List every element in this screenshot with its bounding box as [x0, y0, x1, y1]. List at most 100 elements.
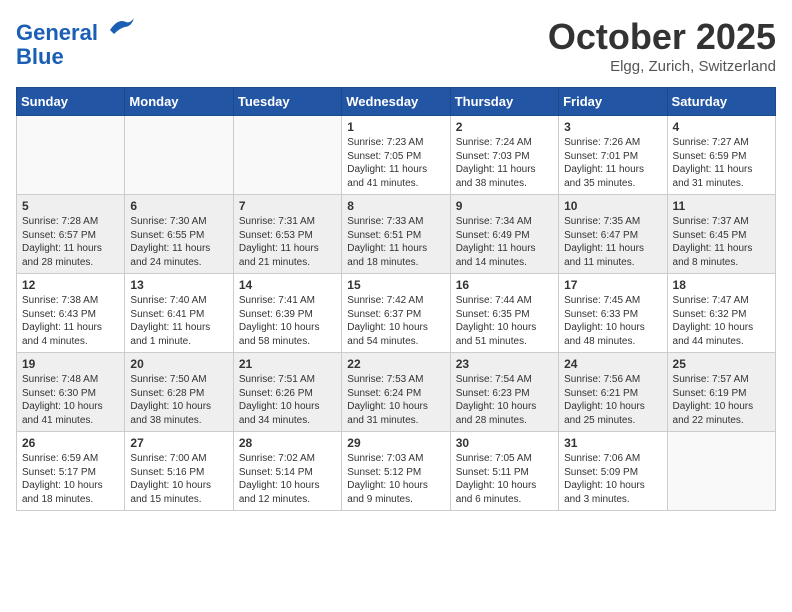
cell-content: Sunrise: 7:54 AM Sunset: 6:23 PM Dayligh…: [456, 373, 553, 427]
day-number: 16: [456, 278, 553, 292]
day-number: 7: [239, 199, 336, 213]
day-number: 13: [130, 278, 227, 292]
day-number: 27: [130, 436, 227, 450]
calendar-cell: 17 Sunrise: 7:45 AM Sunset: 6:33 PM Dayli…: [559, 274, 667, 353]
cell-content: Sunrise: 7:51 AM Sunset: 6:26 PM Dayligh…: [239, 373, 336, 427]
calendar-cell: 9Sunrise: 7:34 AM Sunset: 6:49 PM Daylig…: [450, 195, 558, 274]
day-number: 19: [22, 357, 119, 371]
calendar-cell: [125, 116, 233, 195]
cell-content: Sunrise: 7:56 AM Sunset: 6:21 PM Dayligh…: [564, 373, 661, 427]
page-header: General Blue October 2025 Elgg, Zurich, …: [16, 16, 776, 75]
day-number: 1: [347, 120, 444, 134]
calendar-cell: 8 Sunrise: 7:33 AM Sunset: 6:51 PM Daylig…: [342, 195, 450, 274]
cell-content: Sunrise: 7:40 AM Sunset: 6:41 PM Dayligh…: [130, 294, 227, 348]
calendar-cell: 13 Sunrise: 7:40 AM Sunset: 6:41 PM Dayli…: [125, 274, 233, 353]
day-number: 14: [239, 278, 336, 292]
calendar-week-row: 19 Sunrise: 7:48 AM Sunset: 6:30 PM Dayli…: [17, 353, 776, 432]
cell-content: Sunrise: 7:48 AM Sunset: 6:30 PM Dayligh…: [22, 373, 119, 427]
cell-content: Sunrise: 7:28 AM Sunset: 6:57 PM Dayligh…: [22, 215, 119, 269]
day-number: 17: [564, 278, 661, 292]
cell-content: Sunrise: 7:57 AM Sunset: 6:19 PM Dayligh…: [673, 373, 770, 427]
cell-content: Sunrise: 7:37 AM Sunset: 6:45 PM Dayligh…: [673, 215, 770, 269]
day-number: 11: [673, 199, 770, 213]
day-number: 25: [673, 357, 770, 371]
day-number: 18: [673, 278, 770, 292]
day-number: 4: [673, 120, 770, 134]
day-number: 26: [22, 436, 119, 450]
calendar-cell: 26Sunrise: 6:59 AM Sunset: 5:17 PM Dayli…: [17, 432, 125, 511]
calendar-header-row: SundayMondayTuesdayWednesdayThursdayFrid…: [17, 88, 776, 116]
calendar-cell: 29 Sunrise: 7:03 AM Sunset: 5:12 PM Dayli…: [342, 432, 450, 511]
title-block: October 2025 Elgg, Zurich, Switzerland: [548, 16, 776, 75]
day-number: 8: [347, 199, 444, 213]
logo-general: General: [16, 20, 98, 45]
day-number: 22: [347, 357, 444, 371]
calendar-cell: 28 Sunrise: 7:02 AM Sunset: 5:14 PM Dayli…: [233, 432, 341, 511]
day-header-saturday: Saturday: [667, 88, 775, 116]
day-header-sunday: Sunday: [17, 88, 125, 116]
calendar-cell: 19 Sunrise: 7:48 AM Sunset: 6:30 PM Dayli…: [17, 353, 125, 432]
calendar-cell: 11 Sunrise: 7:37 AM Sunset: 6:45 PM Dayli…: [667, 195, 775, 274]
calendar-cell: 18 Sunrise: 7:47 AM Sunset: 6:32 PM Dayli…: [667, 274, 775, 353]
cell-content: Sunrise: 7:03 AM Sunset: 5:12 PM Dayligh…: [347, 452, 444, 506]
day-header-thursday: Thursday: [450, 88, 558, 116]
calendar-cell: 30 Sunrise: 7:05 AM Sunset: 5:11 PM Dayli…: [450, 432, 558, 511]
cell-content: Sunrise: 7:33 AM Sunset: 6:51 PM Dayligh…: [347, 215, 444, 269]
day-header-monday: Monday: [125, 88, 233, 116]
day-number: 20: [130, 357, 227, 371]
cell-content: Sunrise: 7:47 AM Sunset: 6:32 PM Dayligh…: [673, 294, 770, 348]
calendar-cell: [17, 116, 125, 195]
calendar-table: SundayMondayTuesdayWednesdayThursdayFrid…: [16, 87, 776, 511]
calendar-cell: 4 Sunrise: 7:27 AM Sunset: 6:59 PM Daylig…: [667, 116, 775, 195]
day-number: 31: [564, 436, 661, 450]
calendar-week-row: 5Sunrise: 7:28 AM Sunset: 6:57 PM Daylig…: [17, 195, 776, 274]
calendar-week-row: 12Sunrise: 7:38 AM Sunset: 6:43 PM Dayli…: [17, 274, 776, 353]
calendar-cell: 24 Sunrise: 7:56 AM Sunset: 6:21 PM Dayli…: [559, 353, 667, 432]
calendar-cell: 25 Sunrise: 7:57 AM Sunset: 6:19 PM Dayli…: [667, 353, 775, 432]
cell-content: Sunrise: 7:26 AM Sunset: 7:01 PM Dayligh…: [564, 136, 661, 190]
cell-content: Sunrise: 7:41 AM Sunset: 6:39 PM Dayligh…: [239, 294, 336, 348]
day-number: 30: [456, 436, 553, 450]
calendar-cell: 22 Sunrise: 7:53 AM Sunset: 6:24 PM Dayli…: [342, 353, 450, 432]
day-number: 15: [347, 278, 444, 292]
cell-content: Sunrise: 7:44 AM Sunset: 6:35 PM Dayligh…: [456, 294, 553, 348]
cell-content: Sunrise: 7:38 AM Sunset: 6:43 PM Dayligh…: [22, 294, 119, 348]
day-number: 29: [347, 436, 444, 450]
cell-content: Sunrise: 7:53 AM Sunset: 6:24 PM Dayligh…: [347, 373, 444, 427]
calendar-cell: 15 Sunrise: 7:42 AM Sunset: 6:37 PM Dayli…: [342, 274, 450, 353]
calendar-cell: 5Sunrise: 7:28 AM Sunset: 6:57 PM Daylig…: [17, 195, 125, 274]
calendar-cell: 6 Sunrise: 7:30 AM Sunset: 6:55 PM Daylig…: [125, 195, 233, 274]
cell-content: Sunrise: 7:30 AM Sunset: 6:55 PM Dayligh…: [130, 215, 227, 269]
month-title: October 2025: [548, 16, 776, 58]
cell-content: Sunrise: 7:31 AM Sunset: 6:53 PM Dayligh…: [239, 215, 336, 269]
day-number: 23: [456, 357, 553, 371]
day-header-friday: Friday: [559, 88, 667, 116]
calendar-cell: 1 Sunrise: 7:23 AM Sunset: 7:05 PM Daylig…: [342, 116, 450, 195]
day-number: 3: [564, 120, 661, 134]
cell-content: Sunrise: 7:05 AM Sunset: 5:11 PM Dayligh…: [456, 452, 553, 506]
location: Elgg, Zurich, Switzerland: [548, 58, 776, 75]
cell-content: Sunrise: 7:34 AM Sunset: 6:49 PM Dayligh…: [456, 215, 553, 269]
calendar-cell: 31 Sunrise: 7:06 AM Sunset: 5:09 PM Dayli…: [559, 432, 667, 511]
cell-content: Sunrise: 7:23 AM Sunset: 7:05 PM Dayligh…: [347, 136, 444, 190]
cell-content: Sunrise: 7:06 AM Sunset: 5:09 PM Dayligh…: [564, 452, 661, 506]
day-number: 28: [239, 436, 336, 450]
day-number: 6: [130, 199, 227, 213]
cell-content: Sunrise: 7:45 AM Sunset: 6:33 PM Dayligh…: [564, 294, 661, 348]
cell-content: Sunrise: 7:00 AM Sunset: 5:16 PM Dayligh…: [130, 452, 227, 506]
calendar-cell: 14 Sunrise: 7:41 AM Sunset: 6:39 PM Dayli…: [233, 274, 341, 353]
day-number: 24: [564, 357, 661, 371]
logo-bird-icon: [106, 12, 138, 40]
calendar-cell: 7 Sunrise: 7:31 AM Sunset: 6:53 PM Daylig…: [233, 195, 341, 274]
logo: General Blue: [16, 16, 138, 69]
cell-content: Sunrise: 7:02 AM Sunset: 5:14 PM Dayligh…: [239, 452, 336, 506]
calendar-cell: 16 Sunrise: 7:44 AM Sunset: 6:35 PM Dayli…: [450, 274, 558, 353]
calendar-cell: [233, 116, 341, 195]
cell-content: Sunrise: 7:27 AM Sunset: 6:59 PM Dayligh…: [673, 136, 770, 190]
cell-content: Sunrise: 7:42 AM Sunset: 6:37 PM Dayligh…: [347, 294, 444, 348]
day-number: 10: [564, 199, 661, 213]
calendar-week-row: 26Sunrise: 6:59 AM Sunset: 5:17 PM Dayli…: [17, 432, 776, 511]
calendar-cell: 23 Sunrise: 7:54 AM Sunset: 6:23 PM Dayli…: [450, 353, 558, 432]
calendar-cell: 21Sunrise: 7:51 AM Sunset: 6:26 PM Dayli…: [233, 353, 341, 432]
calendar-week-row: 1 Sunrise: 7:23 AM Sunset: 7:05 PM Daylig…: [17, 116, 776, 195]
